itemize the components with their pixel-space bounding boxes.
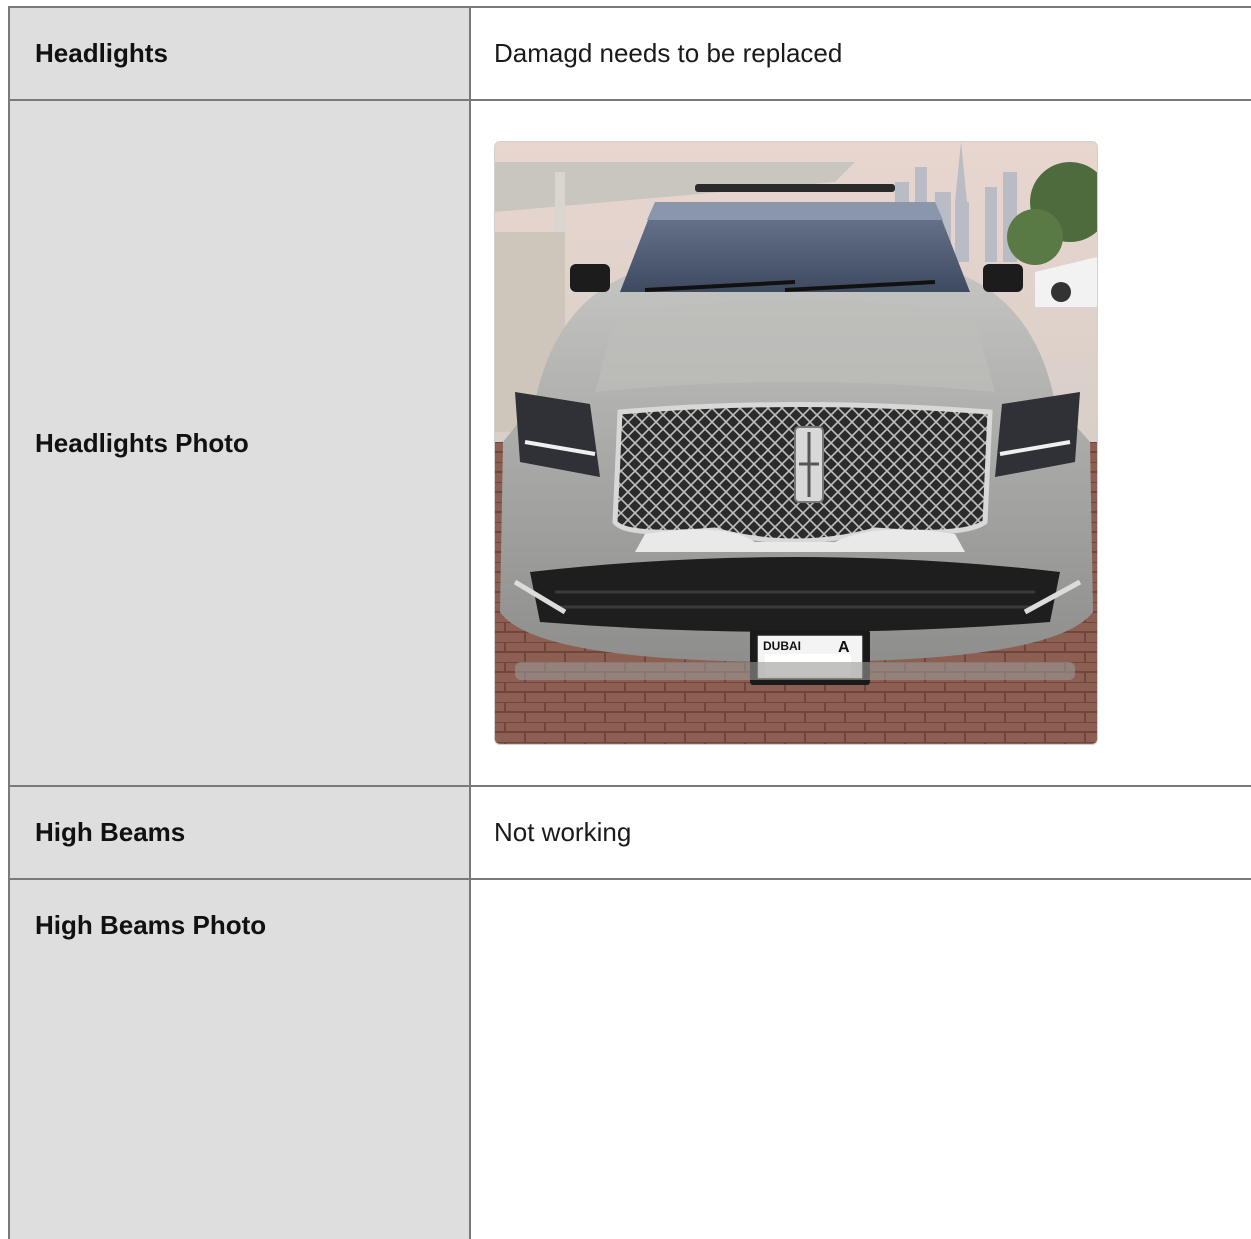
high-beams-photo-cell <box>469 878 1251 1239</box>
high-beams-photo-label: High Beams Photo <box>8 878 471 1239</box>
car-front-photo-icon: DUBAI A <box>495 142 1097 744</box>
plate-code-text: A <box>838 639 850 656</box>
high-beams-label: High Beams <box>8 785 471 880</box>
headlights-label: Headlights <box>8 6 471 101</box>
headlights-photo-cell: DUBAI A <box>469 99 1251 787</box>
headlights-photo-label: Headlights Photo <box>8 99 471 787</box>
table-row-high-beams-photo: High Beams Photo <box>8 878 1251 1239</box>
headlights-value: Damagd needs to be replaced <box>469 6 1251 101</box>
table-row-headlights-photo: Headlights Photo DUBAI A <box>8 99 1251 787</box>
plate-emirate-text: DUBAI <box>763 639 801 653</box>
table-row-headlights: Headlights Damagd needs to be replaced <box>8 6 1251 101</box>
headlights-photo[interactable]: DUBAI A <box>494 141 1098 745</box>
high-beams-value: Not working <box>469 785 1251 880</box>
inspection-table: Headlights Damagd needs to be replaced H… <box>8 6 1251 1239</box>
table-row-high-beams: High Beams Not working <box>8 785 1251 880</box>
